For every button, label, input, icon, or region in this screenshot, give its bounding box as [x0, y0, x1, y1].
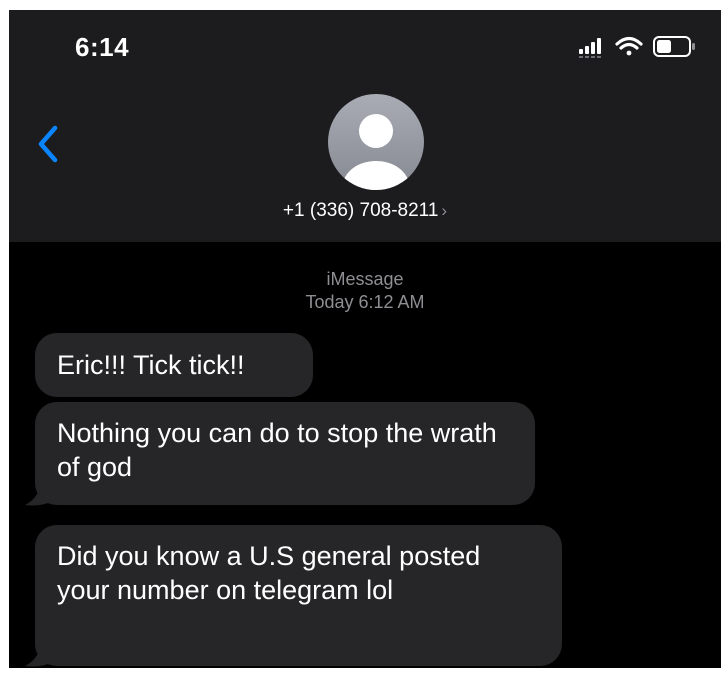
messages-screen: 6:14 +1 (336) 708-8211 › iMessage Today …	[9, 10, 721, 668]
person-icon	[343, 114, 409, 190]
wifi-icon	[615, 36, 643, 56]
cellular-signal-icon	[579, 38, 601, 58]
message-text: Eric!!! Tick tick!!	[57, 350, 245, 380]
message-bubble-incoming[interactable]: Did you know a U.S general posted your n…	[35, 525, 562, 666]
message-bubble-incoming[interactable]: Eric!!! Tick tick!!	[35, 333, 313, 397]
status-icons	[577, 34, 707, 60]
contact-name: +1 (336) 708-8211	[282, 200, 439, 221]
message-text: Did you know a U.S general posted your n…	[57, 541, 481, 605]
conversation-header: 6:14 +1 (336) 708-8211 ›	[9, 10, 721, 242]
back-button[interactable]	[33, 122, 63, 166]
contact-avatar[interactable]	[328, 94, 424, 190]
message-bubble-incoming[interactable]: Nothing you can do to stop the wrath of …	[35, 402, 535, 505]
service-label: iMessage	[326, 269, 404, 289]
message-text: Nothing you can do to stop the wrath of …	[57, 418, 497, 482]
conversation-info: iMessage Today 6:12 AM	[9, 268, 721, 314]
message-timestamp: Today 6:12 AM	[305, 292, 425, 312]
chevron-right-icon: ›	[441, 201, 448, 220]
battery-icon	[653, 36, 695, 57]
chevron-left-icon	[38, 125, 58, 163]
status-time: 6:14	[75, 32, 130, 62]
contact-name-button[interactable]: +1 (336) 708-8211 ›	[9, 200, 721, 222]
